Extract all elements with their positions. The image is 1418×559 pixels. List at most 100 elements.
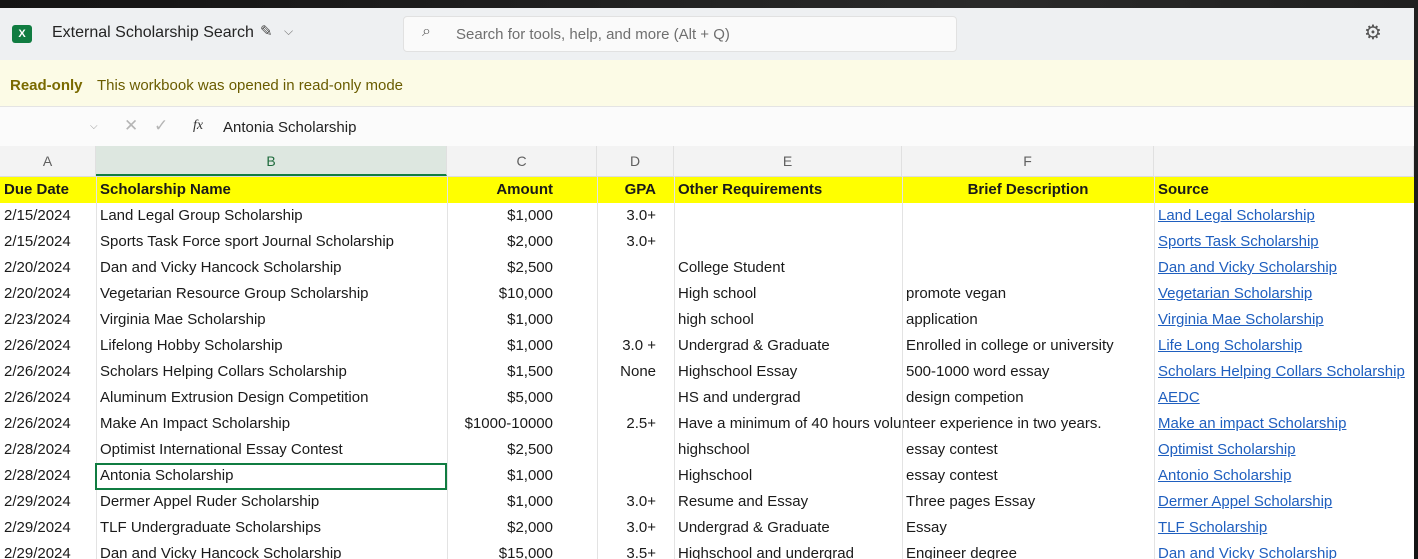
- cell-gpa[interactable]: 3.5+: [597, 541, 674, 559]
- cell-due-date[interactable]: 2/29/2024: [0, 515, 96, 541]
- cell-gpa[interactable]: [597, 307, 674, 333]
- cell-amount[interactable]: $5,000: [447, 385, 597, 411]
- cell-due-date[interactable]: 2/26/2024: [0, 333, 96, 359]
- cell-scholarship-name[interactable]: Dan and Vicky Hancock Scholarship: [96, 541, 447, 559]
- cell-gpa[interactable]: 3.0 +: [597, 333, 674, 359]
- cell-brief-description[interactable]: 500-1000 word essay: [902, 359, 1154, 385]
- cell-brief-description[interactable]: Engineer degree: [902, 541, 1154, 559]
- cell-brief-description[interactable]: [902, 411, 1154, 437]
- cell-amount[interactable]: $2,500: [447, 437, 597, 463]
- cell-gpa[interactable]: 3.0+: [597, 489, 674, 515]
- cell-other-requirements[interactable]: Have a minimum of 40 hours volunteer exp…: [674, 411, 1102, 437]
- cell-other-requirements[interactable]: Highschool Essay: [674, 359, 902, 385]
- column-header-a[interactable]: A: [0, 146, 96, 176]
- header-gpa[interactable]: GPA: [597, 177, 674, 203]
- cell-due-date[interactable]: 2/20/2024: [0, 255, 96, 281]
- cell-scholarship-name[interactable]: Land Legal Group Scholarship: [96, 203, 447, 229]
- cell-brief-description[interactable]: Enrolled in college or university: [902, 333, 1154, 359]
- cell-due-date[interactable]: 2/23/2024: [0, 307, 96, 333]
- cell-source-link[interactable]: Antonio Scholarship: [1154, 463, 1414, 489]
- cell-gpa[interactable]: 3.0+: [597, 203, 674, 229]
- cell-other-requirements[interactable]: Highschool: [674, 463, 902, 489]
- cell-amount[interactable]: $1,000: [447, 203, 597, 229]
- cell-other-requirements[interactable]: High school: [674, 281, 902, 307]
- cell-amount[interactable]: $1,000: [447, 333, 597, 359]
- cell-gpa[interactable]: [597, 463, 674, 489]
- cell-source-link[interactable]: Land Legal Scholarship: [1154, 203, 1414, 229]
- cell-other-requirements[interactable]: highschool: [674, 437, 902, 463]
- cell-scholarship-name[interactable]: Vegetarian Resource Group Scholarship: [96, 281, 447, 307]
- cell-due-date[interactable]: 2/26/2024: [0, 359, 96, 385]
- name-box-chevron-icon[interactable]: ⌵: [90, 121, 98, 132]
- cell-amount[interactable]: $1,500: [447, 359, 597, 385]
- cell-brief-description[interactable]: Three pages Essay: [902, 489, 1154, 515]
- header-brief-description[interactable]: Brief Description: [902, 177, 1154, 203]
- cell-scholarship-name[interactable]: Virginia Mae Scholarship: [96, 307, 447, 333]
- cell-other-requirements[interactable]: Highschool and undergrad: [674, 541, 902, 559]
- cell-amount[interactable]: $2,000: [447, 515, 597, 541]
- cell-scholarship-name[interactable]: Dermer Appel Ruder Scholarship: [96, 489, 447, 515]
- column-header-f[interactable]: F: [902, 146, 1154, 176]
- cell-gpa[interactable]: 3.0+: [597, 515, 674, 541]
- cell-scholarship-name[interactable]: Make An Impact Scholarship: [96, 411, 447, 437]
- cell-due-date[interactable]: 2/15/2024: [0, 203, 96, 229]
- cell-due-date[interactable]: 2/28/2024: [0, 437, 96, 463]
- cell-gpa[interactable]: [597, 281, 674, 307]
- edit-pencil-icon[interactable]: ✎: [260, 22, 273, 40]
- cell-brief-description[interactable]: [902, 255, 1154, 281]
- cell-source-link[interactable]: Vegetarian Scholarship: [1154, 281, 1414, 307]
- cell-due-date[interactable]: 2/29/2024: [0, 489, 96, 515]
- cell-source-link[interactable]: Virginia Mae Scholarship: [1154, 307, 1414, 333]
- cell-scholarship-name[interactable]: Scholars Helping Collars Scholarship: [96, 359, 447, 385]
- cell-due-date[interactable]: 2/26/2024: [0, 411, 96, 437]
- cell-source-link[interactable]: Scholars Helping Collars Scholarship: [1154, 359, 1414, 385]
- column-header-b[interactable]: B: [96, 146, 447, 176]
- cell-brief-description[interactable]: [902, 203, 1154, 229]
- cell-other-requirements[interactable]: College Student: [674, 255, 902, 281]
- cell-brief-description[interactable]: essay contest: [902, 437, 1154, 463]
- cell-amount[interactable]: $1,000: [447, 489, 597, 515]
- column-header-c[interactable]: C: [447, 146, 597, 176]
- cell-due-date[interactable]: 2/26/2024: [0, 385, 96, 411]
- cell-scholarship-name[interactable]: Lifelong Hobby Scholarship: [96, 333, 447, 359]
- cell-amount[interactable]: $2,000: [447, 229, 597, 255]
- header-amount[interactable]: Amount: [447, 177, 597, 203]
- header-other-requirements[interactable]: Other Requirements: [674, 177, 902, 203]
- cell-gpa[interactable]: None: [597, 359, 674, 385]
- cell-amount[interactable]: $1000-10000: [447, 411, 597, 437]
- cell-source-link[interactable]: Dan and Vicky Scholarship: [1154, 541, 1414, 559]
- cell-scholarship-name[interactable]: Antonia Scholarship: [96, 463, 447, 489]
- cell-scholarship-name[interactable]: Dan and Vicky Hancock Scholarship: [96, 255, 447, 281]
- cell-amount[interactable]: $15,000: [447, 541, 597, 559]
- column-header-e[interactable]: E: [674, 146, 902, 176]
- cell-other-requirements[interactable]: [674, 203, 902, 229]
- fx-icon[interactable]: fx: [193, 118, 203, 134]
- cell-due-date[interactable]: 2/28/2024: [0, 463, 96, 489]
- header-scholarship-name[interactable]: Scholarship Name: [96, 177, 447, 203]
- search-input[interactable]: Search for tools, help, and more (Alt + …: [456, 26, 730, 43]
- cell-amount[interactable]: $2,500: [447, 255, 597, 281]
- name-box[interactable]: [0, 114, 104, 140]
- cell-source-link[interactable]: Life Long Scholarship: [1154, 333, 1414, 359]
- cell-source-link[interactable]: Dermer Appel Scholarship: [1154, 489, 1414, 515]
- cell-due-date[interactable]: 2/29/2024: [0, 541, 96, 559]
- column-header-d[interactable]: D: [597, 146, 674, 176]
- cell-amount[interactable]: $10,000: [447, 281, 597, 307]
- cell-brief-description[interactable]: [902, 229, 1154, 255]
- cell-scholarship-name[interactable]: Optimist International Essay Contest: [96, 437, 447, 463]
- cell-other-requirements[interactable]: Undergrad & Graduate: [674, 333, 902, 359]
- cell-brief-description[interactable]: Essay: [902, 515, 1154, 541]
- cell-gpa[interactable]: 3.0+: [597, 229, 674, 255]
- cell-source-link[interactable]: Dan and Vicky Scholarship: [1154, 255, 1414, 281]
- cell-other-requirements[interactable]: [674, 229, 902, 255]
- cell-scholarship-name[interactable]: Sports Task Force sport Journal Scholars…: [96, 229, 447, 255]
- cell-brief-description[interactable]: application: [902, 307, 1154, 333]
- cell-brief-description[interactable]: design competion: [902, 385, 1154, 411]
- header-source[interactable]: Source: [1154, 177, 1414, 203]
- cell-gpa[interactable]: [597, 437, 674, 463]
- cell-source-link[interactable]: TLF Scholarship: [1154, 515, 1414, 541]
- cell-gpa[interactable]: [597, 385, 674, 411]
- cell-scholarship-name[interactable]: Aluminum Extrusion Design Competition: [96, 385, 447, 411]
- cell-source-link[interactable]: Sports Task Scholarship: [1154, 229, 1414, 255]
- gear-icon[interactable]: ⚙: [1364, 20, 1382, 45]
